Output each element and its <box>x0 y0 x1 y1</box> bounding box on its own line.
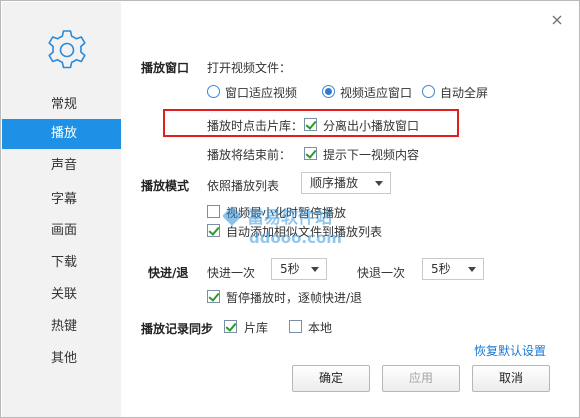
minimize-pause-checkbox[interactable] <box>207 205 220 218</box>
radio-window-fit-video[interactable] <box>207 85 220 98</box>
radio-label: 视频适应窗口 <box>340 86 413 100</box>
sidebar-item-association[interactable]: 关联 <box>2 280 121 310</box>
sidebar-item-label: 画面 <box>51 223 78 238</box>
click-library-label: 播放时点击片库： <box>207 119 304 133</box>
radio-video-fit-window[interactable] <box>322 85 335 98</box>
radio-label: 窗口适应视频 <box>225 86 298 100</box>
forward-step-select[interactable]: 5秒 <box>271 258 327 280</box>
backward-step-select[interactable]: 5秒 <box>422 258 484 280</box>
sidebar-item-picture[interactable]: 画面 <box>2 216 121 246</box>
ok-button[interactable]: 确定 <box>292 365 370 392</box>
forward-label: 快进一次 <box>207 266 256 280</box>
section-title-play-mode: 播放模式 <box>141 179 190 193</box>
chevron-down-icon <box>311 267 319 272</box>
select-value: 5秒 <box>280 262 300 276</box>
checkbox-label: 片库 <box>244 321 269 335</box>
checkbox-label: 本地 <box>308 321 333 335</box>
sidebar-item-label: 常规 <box>51 97 78 112</box>
chevron-down-icon <box>375 181 383 186</box>
sync-library-checkbox[interactable] <box>224 320 237 333</box>
close-icon[interactable] <box>550 13 564 27</box>
settings-dialog: 常规 播放 声音 字幕 画面 下载 关联 热键 其他 播放窗口 打开视频文件： … <box>0 0 580 418</box>
sidebar-item-other[interactable]: 其他 <box>2 344 121 374</box>
gear-icon <box>48 30 86 69</box>
checkbox-label: 视频最小化时暂停播放 <box>226 206 347 220</box>
sidebar-item-label: 其他 <box>51 351 78 366</box>
select-value: 顺序播放 <box>310 176 359 190</box>
sidebar-item-sound[interactable]: 声音 <box>2 151 121 181</box>
sidebar-item-label: 声音 <box>51 158 78 173</box>
checkbox-label: 暂停播放时，逐帧快进/退 <box>226 291 363 305</box>
backward-label: 快退一次 <box>357 266 406 280</box>
radio-label: 自动全屏 <box>440 86 489 100</box>
open-file-label: 打开视频文件： <box>207 61 292 75</box>
apply-button[interactable]: 应用 <box>382 365 460 392</box>
radio-auto-fullscreen[interactable] <box>422 85 435 98</box>
play-list-label: 依照播放列表 <box>207 179 280 193</box>
end-of-play-label: 播放将结束前： <box>207 148 292 162</box>
sidebar-item-download[interactable]: 下载 <box>2 248 121 278</box>
sidebar-item-label: 播放 <box>51 126 78 141</box>
checkbox-label: 分离出小播放窗口 <box>323 119 420 133</box>
sidebar: 常规 播放 声音 字幕 画面 下载 关联 热键 其他 <box>2 2 121 417</box>
next-video-prompt-checkbox[interactable] <box>304 147 317 160</box>
sidebar-item-label: 字幕 <box>51 192 78 207</box>
pause-frame-seek-checkbox[interactable] <box>207 290 220 303</box>
sidebar-item-subtitle[interactable]: 字幕 <box>2 185 121 215</box>
section-title-history-sync: 播放记录同步 <box>141 322 214 336</box>
cancel-button[interactable]: 取消 <box>472 365 550 392</box>
restore-defaults-link[interactable]: 恢复默认设置 <box>474 342 546 359</box>
select-value: 5秒 <box>431 262 451 276</box>
sidebar-item-hotkey[interactable]: 热键 <box>2 312 121 342</box>
sidebar-item-label: 热键 <box>51 319 78 334</box>
checkbox-label: 自动添加相似文件到播放列表 <box>226 225 383 239</box>
sidebar-item-label: 关联 <box>51 287 78 302</box>
sidebar-item-playback[interactable]: 播放 <box>2 119 121 149</box>
play-order-select[interactable]: 顺序播放 <box>301 172 391 194</box>
chevron-down-icon <box>468 267 476 272</box>
section-title-play-window: 播放窗口 <box>141 61 190 75</box>
sidebar-item-general[interactable]: 常规 <box>2 90 121 120</box>
sync-local-checkbox[interactable] <box>289 320 302 333</box>
auto-add-similar-checkbox[interactable] <box>207 224 220 237</box>
section-title-seek: 快进/退 <box>148 266 189 280</box>
checkbox-label: 提示下一视频内容 <box>323 148 420 162</box>
detach-mini-player-checkbox[interactable] <box>304 118 317 131</box>
sidebar-item-label: 下载 <box>51 255 78 270</box>
